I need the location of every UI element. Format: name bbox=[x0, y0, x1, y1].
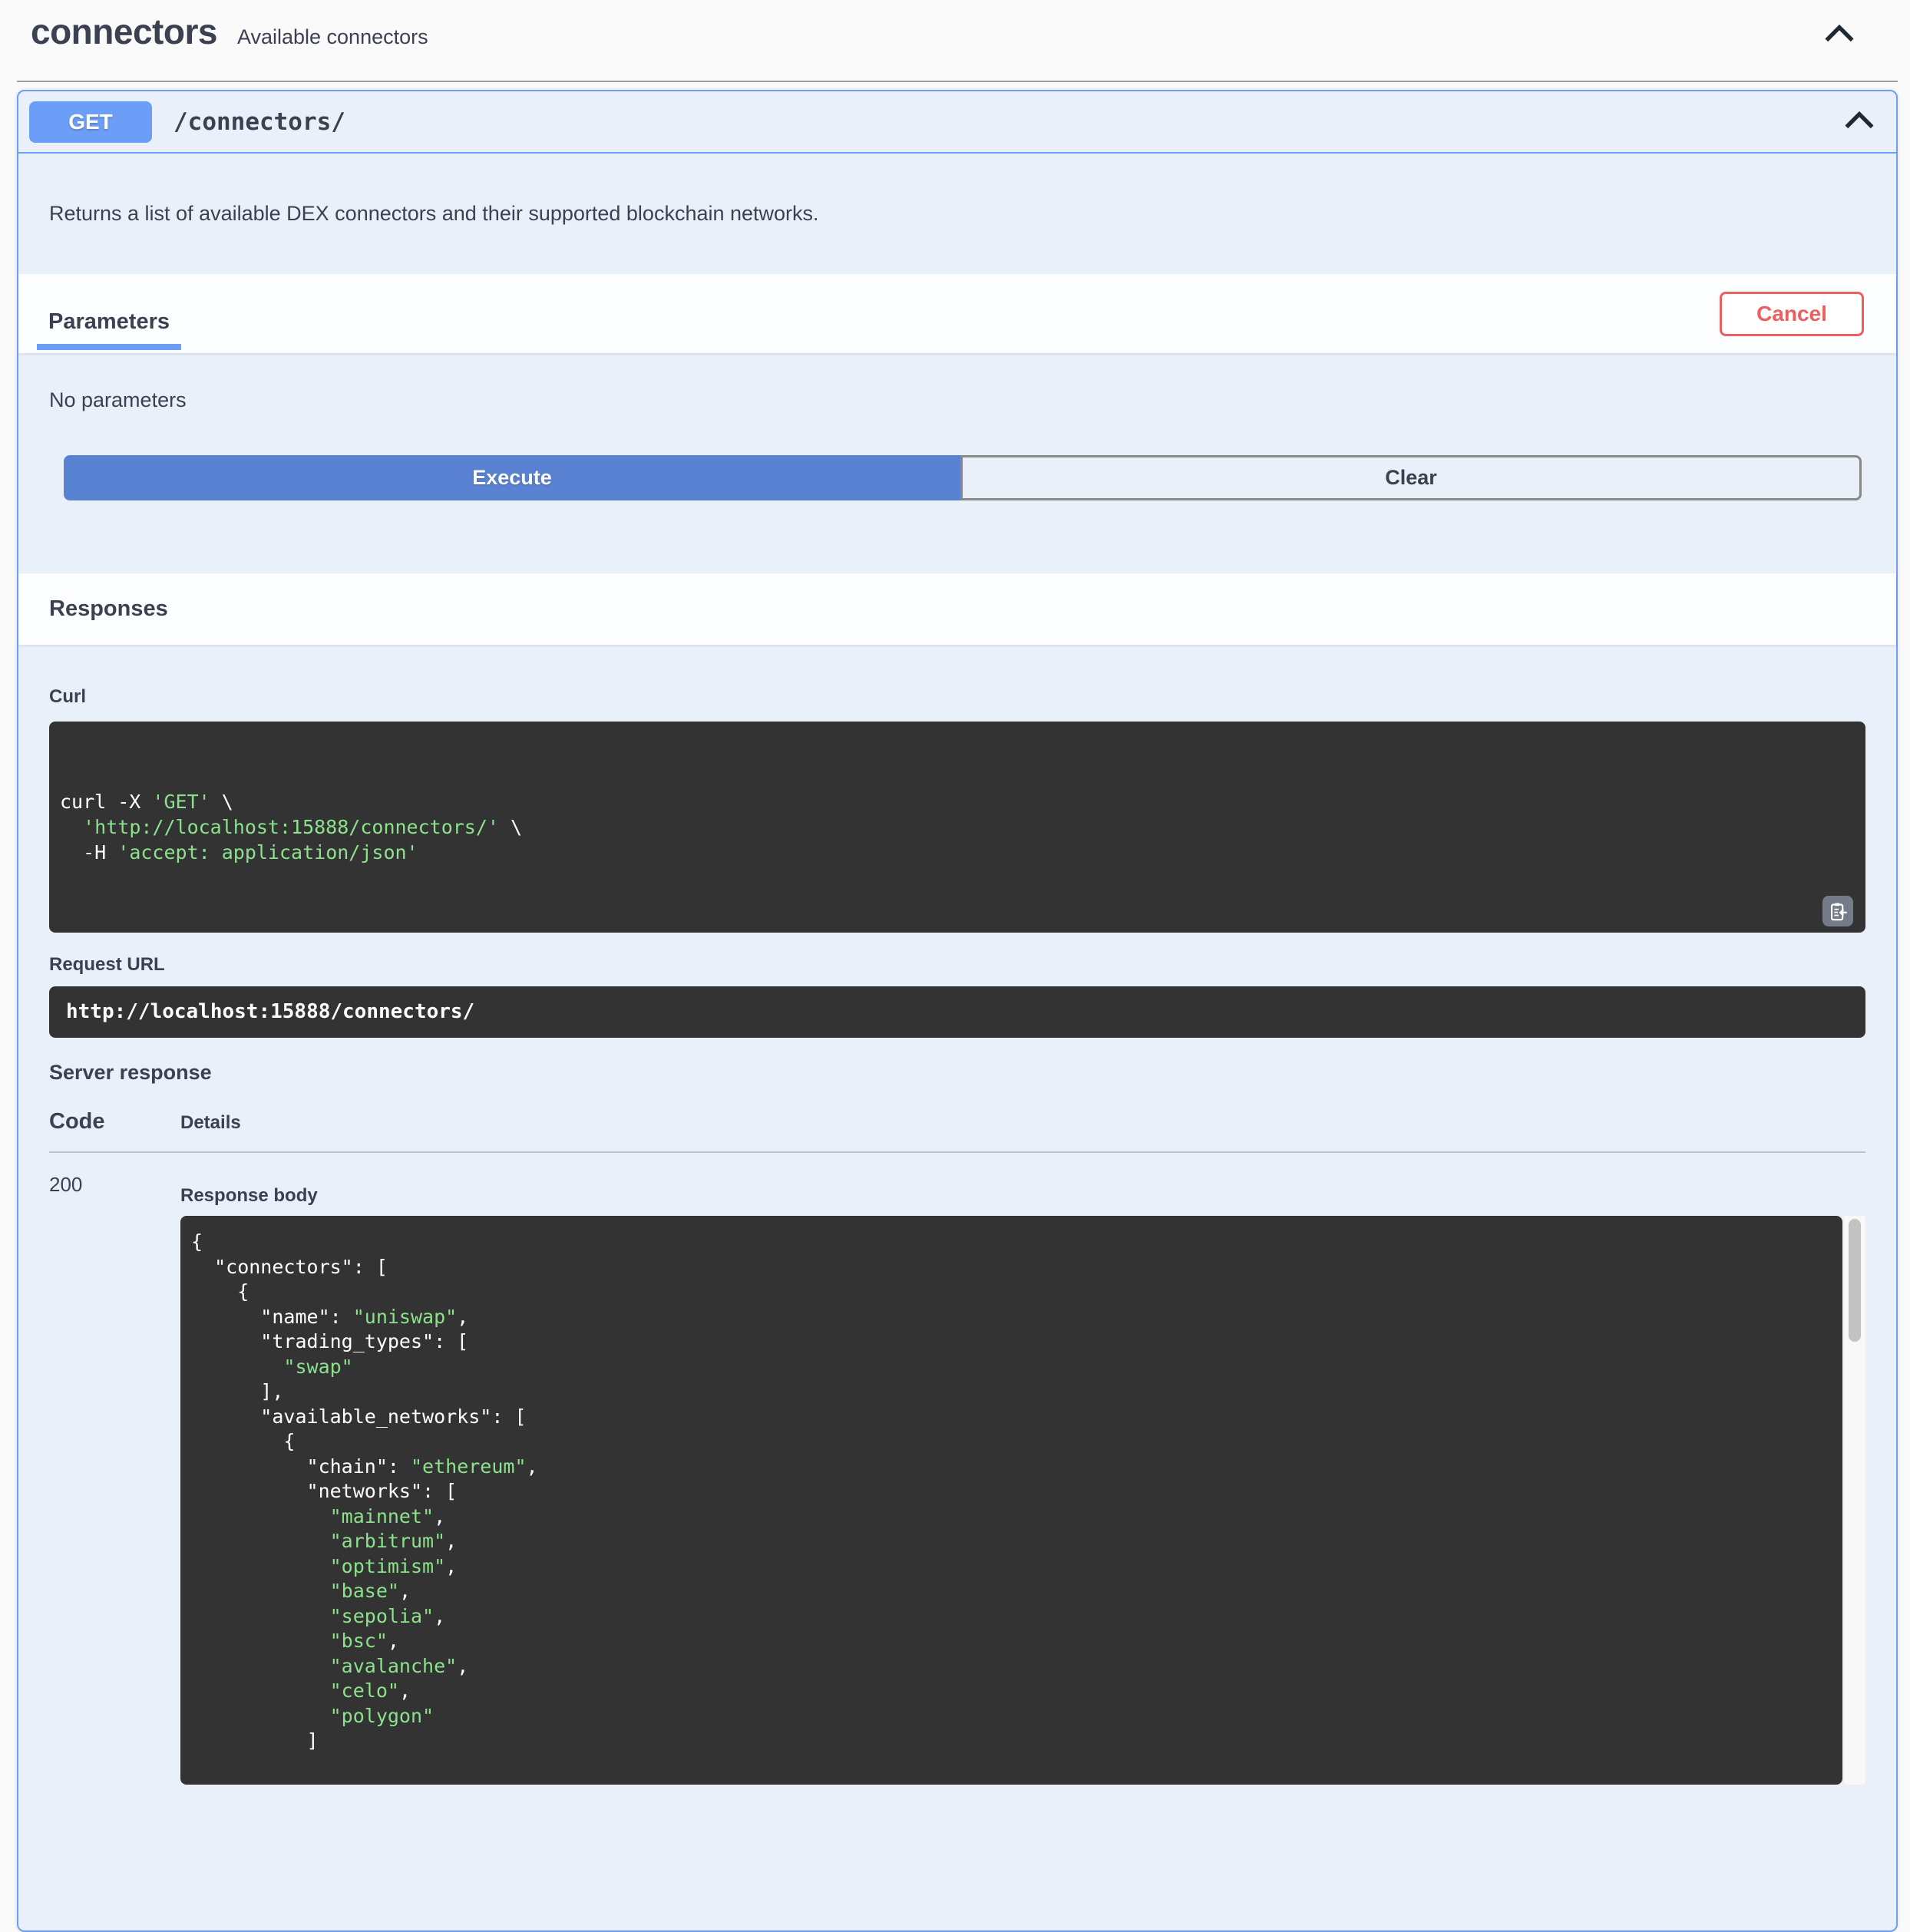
chevron-up-icon bbox=[1824, 25, 1855, 43]
response-row: 200 Response body { "connectors": [ { "n… bbox=[49, 1171, 1865, 1785]
response-body-container: { "connectors": [ { "name": "uniswap", "… bbox=[180, 1216, 1865, 1785]
scrollbar-thumb[interactable] bbox=[1849, 1219, 1861, 1342]
cancel-button[interactable]: Cancel bbox=[1720, 292, 1864, 336]
curl-label: Curl bbox=[49, 686, 1865, 708]
chevron-up-icon bbox=[1844, 111, 1875, 130]
details-column-header: Details bbox=[180, 1112, 241, 1134]
responses-title: Responses bbox=[49, 596, 168, 622]
clear-button[interactable]: Clear bbox=[960, 455, 1862, 500]
copy-to-clipboard-button[interactable] bbox=[1822, 896, 1853, 926]
tag-header: connectors Available connectors bbox=[17, 0, 1898, 82]
status-code: 200 bbox=[49, 1171, 180, 1197]
request-url-value: http://localhost:15888/connectors/ bbox=[49, 986, 1865, 1038]
tag-subtitle: Available connectors bbox=[237, 25, 428, 49]
code-column-header: Code bbox=[49, 1109, 180, 1134]
responses-section: Curl curl -X 'GET' \ 'http://localhost:1… bbox=[18, 645, 1896, 1831]
clipboard-icon bbox=[1828, 901, 1849, 922]
parameters-header: Parameters Cancel bbox=[18, 274, 1896, 353]
response-body-label: Response body bbox=[180, 1185, 1865, 1207]
response-table-header: Code Details bbox=[49, 1109, 1865, 1134]
operation-summary[interactable]: GET /connectors/ bbox=[18, 91, 1896, 154]
tab-parameters[interactable]: Parameters bbox=[37, 309, 181, 350]
collapse-operation-button[interactable] bbox=[1841, 108, 1878, 135]
operation-description: Returns a list of available DEX connecto… bbox=[18, 154, 1896, 274]
server-response-label: Server response bbox=[49, 1061, 1865, 1085]
tag-title: connectors bbox=[31, 11, 217, 52]
request-url-label: Request URL bbox=[49, 954, 1865, 976]
endpoint-path: /connectors/ bbox=[173, 108, 345, 136]
responses-header: Responses bbox=[18, 573, 1896, 645]
response-scrollbar[interactable] bbox=[1844, 1216, 1865, 1785]
execute-row: Execute Clear bbox=[64, 455, 1862, 500]
table-divider bbox=[49, 1151, 1865, 1153]
curl-command-block: curl -X 'GET' \ 'http://localhost:15888/… bbox=[49, 722, 1865, 933]
execute-button[interactable]: Execute bbox=[64, 455, 960, 500]
method-badge: GET bbox=[29, 101, 152, 143]
parameters-body: No parameters Execute Clear bbox=[18, 353, 1896, 573]
collapse-tag-button[interactable] bbox=[1821, 21, 1858, 48]
response-body-json: { "connectors": [ { "name": "uniswap", "… bbox=[180, 1216, 1842, 1785]
no-parameters-text: No parameters bbox=[49, 388, 1896, 412]
operation-block: GET /connectors/ Returns a list of avail… bbox=[17, 90, 1898, 1932]
